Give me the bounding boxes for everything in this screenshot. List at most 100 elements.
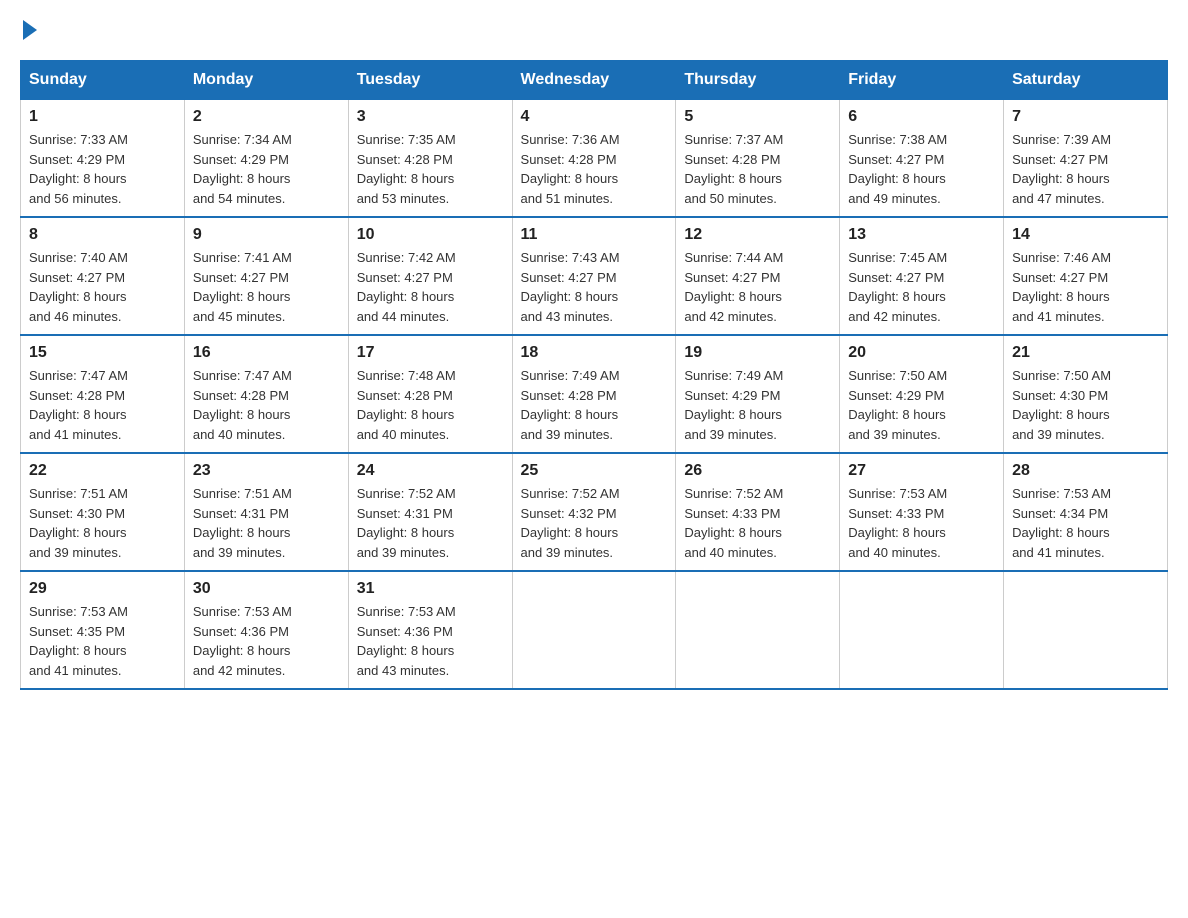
calendar-week-row: 22 Sunrise: 7:51 AM Sunset: 4:30 PM Dayl… xyxy=(21,453,1168,571)
day-number: 4 xyxy=(521,108,668,126)
day-info: Sunrise: 7:53 AM Sunset: 4:34 PM Dayligh… xyxy=(1012,484,1159,562)
day-number: 20 xyxy=(848,344,995,362)
calendar-cell: 11 Sunrise: 7:43 AM Sunset: 4:27 PM Dayl… xyxy=(512,217,676,335)
calendar-cell: 21 Sunrise: 7:50 AM Sunset: 4:30 PM Dayl… xyxy=(1004,335,1168,453)
calendar-cell: 31 Sunrise: 7:53 AM Sunset: 4:36 PM Dayl… xyxy=(348,571,512,689)
calendar-cell xyxy=(840,571,1004,689)
day-number: 2 xyxy=(193,108,340,126)
calendar-week-row: 29 Sunrise: 7:53 AM Sunset: 4:35 PM Dayl… xyxy=(21,571,1168,689)
calendar-cell: 29 Sunrise: 7:53 AM Sunset: 4:35 PM Dayl… xyxy=(21,571,185,689)
day-number: 26 xyxy=(684,462,831,480)
day-number: 1 xyxy=(29,108,176,126)
calendar-cell: 5 Sunrise: 7:37 AM Sunset: 4:28 PM Dayli… xyxy=(676,100,840,218)
header-sunday: Sunday xyxy=(21,61,185,100)
day-info: Sunrise: 7:51 AM Sunset: 4:30 PM Dayligh… xyxy=(29,484,176,562)
calendar-week-row: 1 Sunrise: 7:33 AM Sunset: 4:29 PM Dayli… xyxy=(21,100,1168,218)
day-number: 16 xyxy=(193,344,340,362)
day-number: 21 xyxy=(1012,344,1159,362)
calendar-cell: 2 Sunrise: 7:34 AM Sunset: 4:29 PM Dayli… xyxy=(184,100,348,218)
calendar-cell: 14 Sunrise: 7:46 AM Sunset: 4:27 PM Dayl… xyxy=(1004,217,1168,335)
calendar-cell: 9 Sunrise: 7:41 AM Sunset: 4:27 PM Dayli… xyxy=(184,217,348,335)
day-number: 25 xyxy=(521,462,668,480)
day-info: Sunrise: 7:49 AM Sunset: 4:29 PM Dayligh… xyxy=(684,366,831,444)
day-info: Sunrise: 7:42 AM Sunset: 4:27 PM Dayligh… xyxy=(357,248,504,326)
day-info: Sunrise: 7:45 AM Sunset: 4:27 PM Dayligh… xyxy=(848,248,995,326)
header-monday: Monday xyxy=(184,61,348,100)
day-info: Sunrise: 7:46 AM Sunset: 4:27 PM Dayligh… xyxy=(1012,248,1159,326)
day-info: Sunrise: 7:38 AM Sunset: 4:27 PM Dayligh… xyxy=(848,130,995,208)
calendar-cell: 3 Sunrise: 7:35 AM Sunset: 4:28 PM Dayli… xyxy=(348,100,512,218)
day-info: Sunrise: 7:41 AM Sunset: 4:27 PM Dayligh… xyxy=(193,248,340,326)
calendar-cell: 18 Sunrise: 7:49 AM Sunset: 4:28 PM Dayl… xyxy=(512,335,676,453)
calendar-cell: 4 Sunrise: 7:36 AM Sunset: 4:28 PM Dayli… xyxy=(512,100,676,218)
day-number: 17 xyxy=(357,344,504,362)
day-info: Sunrise: 7:48 AM Sunset: 4:28 PM Dayligh… xyxy=(357,366,504,444)
calendar-cell: 27 Sunrise: 7:53 AM Sunset: 4:33 PM Dayl… xyxy=(840,453,1004,571)
calendar-table: SundayMondayTuesdayWednesdayThursdayFrid… xyxy=(20,60,1168,690)
day-number: 13 xyxy=(848,226,995,244)
day-info: Sunrise: 7:36 AM Sunset: 4:28 PM Dayligh… xyxy=(521,130,668,208)
day-info: Sunrise: 7:52 AM Sunset: 4:32 PM Dayligh… xyxy=(521,484,668,562)
day-number: 15 xyxy=(29,344,176,362)
day-number: 18 xyxy=(521,344,668,362)
day-number: 24 xyxy=(357,462,504,480)
calendar-week-row: 8 Sunrise: 7:40 AM Sunset: 4:27 PM Dayli… xyxy=(21,217,1168,335)
calendar-cell: 17 Sunrise: 7:48 AM Sunset: 4:28 PM Dayl… xyxy=(348,335,512,453)
calendar-cell: 13 Sunrise: 7:45 AM Sunset: 4:27 PM Dayl… xyxy=(840,217,1004,335)
page-header xyxy=(20,20,1168,40)
day-number: 9 xyxy=(193,226,340,244)
day-number: 30 xyxy=(193,580,340,598)
calendar-cell: 24 Sunrise: 7:52 AM Sunset: 4:31 PM Dayl… xyxy=(348,453,512,571)
day-number: 12 xyxy=(684,226,831,244)
calendar-cell xyxy=(512,571,676,689)
header-friday: Friday xyxy=(840,61,1004,100)
header-saturday: Saturday xyxy=(1004,61,1168,100)
calendar-cell: 15 Sunrise: 7:47 AM Sunset: 4:28 PM Dayl… xyxy=(21,335,185,453)
day-number: 14 xyxy=(1012,226,1159,244)
day-info: Sunrise: 7:33 AM Sunset: 4:29 PM Dayligh… xyxy=(29,130,176,208)
day-number: 3 xyxy=(357,108,504,126)
header-thursday: Thursday xyxy=(676,61,840,100)
day-info: Sunrise: 7:40 AM Sunset: 4:27 PM Dayligh… xyxy=(29,248,176,326)
calendar-cell: 12 Sunrise: 7:44 AM Sunset: 4:27 PM Dayl… xyxy=(676,217,840,335)
calendar-cell: 8 Sunrise: 7:40 AM Sunset: 4:27 PM Dayli… xyxy=(21,217,185,335)
day-info: Sunrise: 7:47 AM Sunset: 4:28 PM Dayligh… xyxy=(29,366,176,444)
header-tuesday: Tuesday xyxy=(348,61,512,100)
day-info: Sunrise: 7:44 AM Sunset: 4:27 PM Dayligh… xyxy=(684,248,831,326)
calendar-cell: 22 Sunrise: 7:51 AM Sunset: 4:30 PM Dayl… xyxy=(21,453,185,571)
day-number: 29 xyxy=(29,580,176,598)
header-wednesday: Wednesday xyxy=(512,61,676,100)
day-number: 28 xyxy=(1012,462,1159,480)
calendar-header-row: SundayMondayTuesdayWednesdayThursdayFrid… xyxy=(21,61,1168,100)
day-number: 19 xyxy=(684,344,831,362)
calendar-cell: 23 Sunrise: 7:51 AM Sunset: 4:31 PM Dayl… xyxy=(184,453,348,571)
day-number: 27 xyxy=(848,462,995,480)
day-info: Sunrise: 7:50 AM Sunset: 4:29 PM Dayligh… xyxy=(848,366,995,444)
day-number: 5 xyxy=(684,108,831,126)
calendar-cell xyxy=(1004,571,1168,689)
calendar-week-row: 15 Sunrise: 7:47 AM Sunset: 4:28 PM Dayl… xyxy=(21,335,1168,453)
calendar-cell: 7 Sunrise: 7:39 AM Sunset: 4:27 PM Dayli… xyxy=(1004,100,1168,218)
day-number: 10 xyxy=(357,226,504,244)
day-info: Sunrise: 7:37 AM Sunset: 4:28 PM Dayligh… xyxy=(684,130,831,208)
day-info: Sunrise: 7:51 AM Sunset: 4:31 PM Dayligh… xyxy=(193,484,340,562)
calendar-cell: 30 Sunrise: 7:53 AM Sunset: 4:36 PM Dayl… xyxy=(184,571,348,689)
day-info: Sunrise: 7:53 AM Sunset: 4:36 PM Dayligh… xyxy=(357,602,504,680)
day-number: 23 xyxy=(193,462,340,480)
day-info: Sunrise: 7:49 AM Sunset: 4:28 PM Dayligh… xyxy=(521,366,668,444)
calendar-cell: 20 Sunrise: 7:50 AM Sunset: 4:29 PM Dayl… xyxy=(840,335,1004,453)
day-info: Sunrise: 7:53 AM Sunset: 4:35 PM Dayligh… xyxy=(29,602,176,680)
day-info: Sunrise: 7:52 AM Sunset: 4:33 PM Dayligh… xyxy=(684,484,831,562)
day-info: Sunrise: 7:43 AM Sunset: 4:27 PM Dayligh… xyxy=(521,248,668,326)
day-info: Sunrise: 7:35 AM Sunset: 4:28 PM Dayligh… xyxy=(357,130,504,208)
calendar-cell: 26 Sunrise: 7:52 AM Sunset: 4:33 PM Dayl… xyxy=(676,453,840,571)
day-info: Sunrise: 7:39 AM Sunset: 4:27 PM Dayligh… xyxy=(1012,130,1159,208)
day-info: Sunrise: 7:50 AM Sunset: 4:30 PM Dayligh… xyxy=(1012,366,1159,444)
day-info: Sunrise: 7:34 AM Sunset: 4:29 PM Dayligh… xyxy=(193,130,340,208)
day-number: 7 xyxy=(1012,108,1159,126)
day-number: 31 xyxy=(357,580,504,598)
day-info: Sunrise: 7:52 AM Sunset: 4:31 PM Dayligh… xyxy=(357,484,504,562)
calendar-cell: 1 Sunrise: 7:33 AM Sunset: 4:29 PM Dayli… xyxy=(21,100,185,218)
day-info: Sunrise: 7:47 AM Sunset: 4:28 PM Dayligh… xyxy=(193,366,340,444)
day-number: 22 xyxy=(29,462,176,480)
